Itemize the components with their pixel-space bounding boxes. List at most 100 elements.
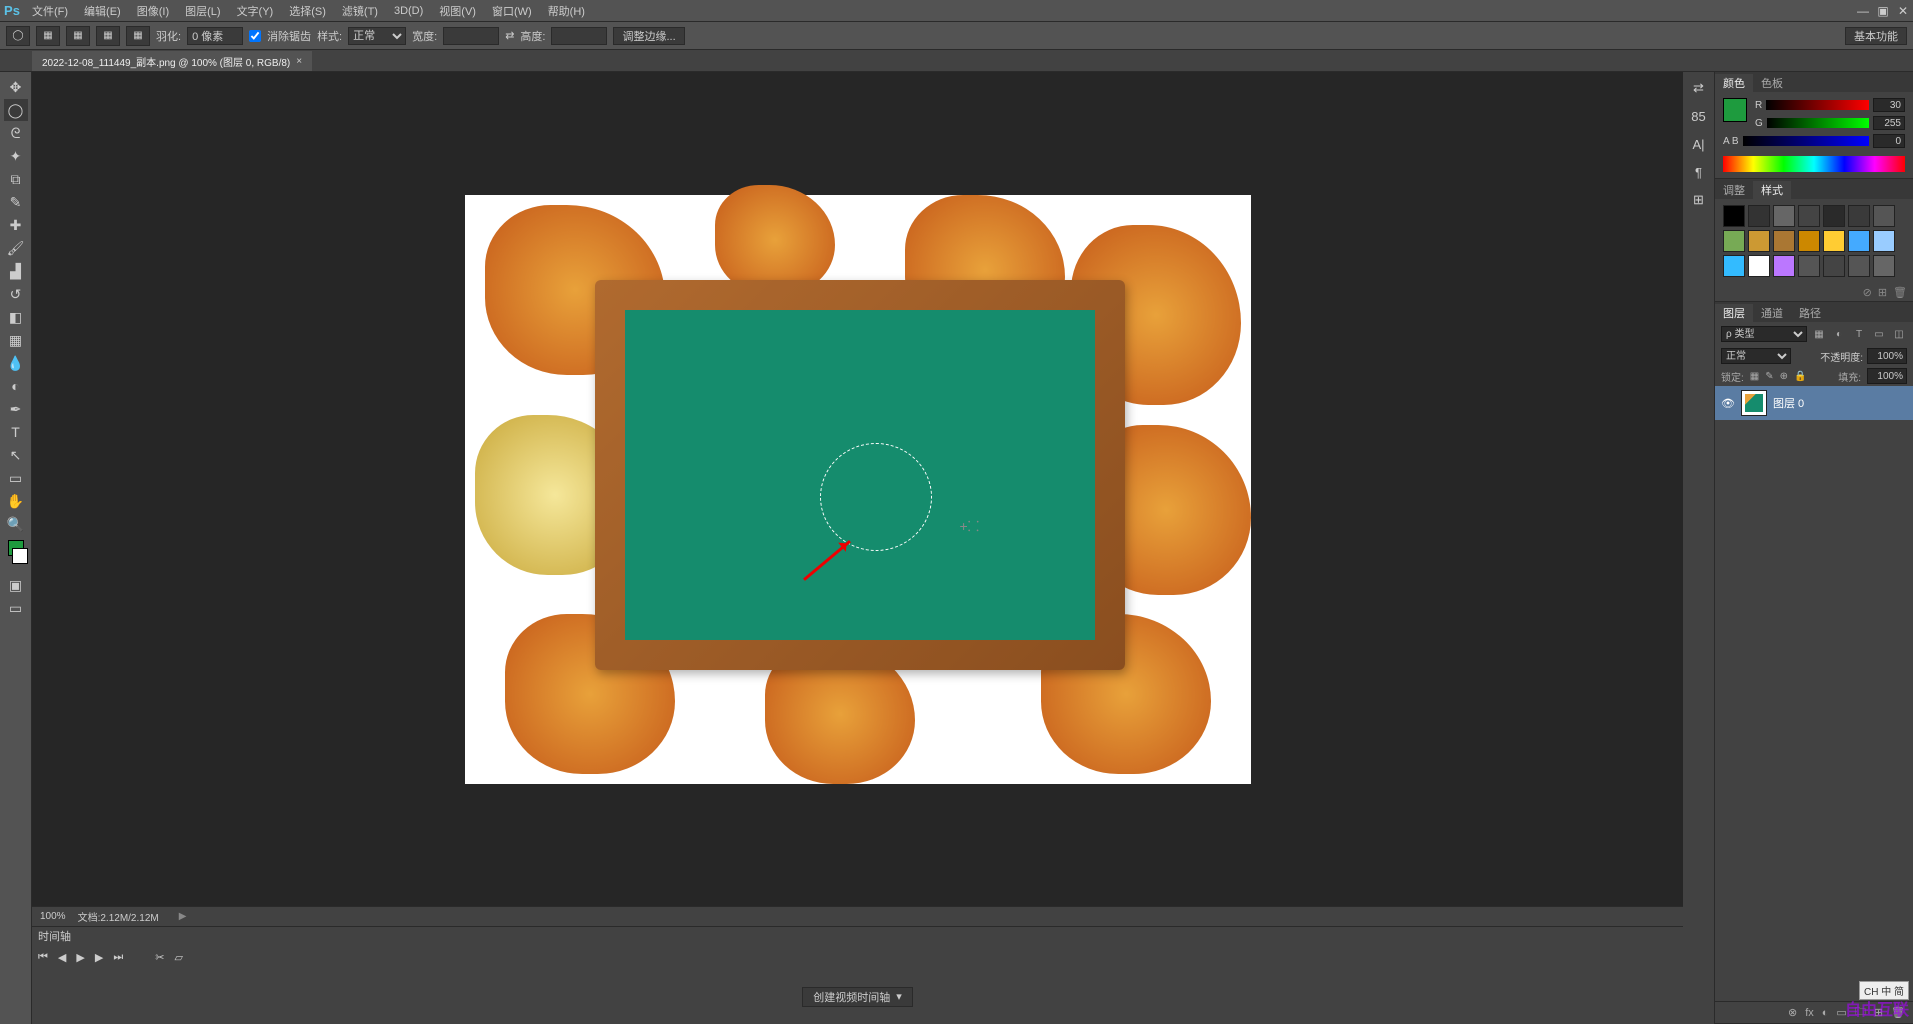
crop-tool[interactable]: ⧉ bbox=[4, 168, 28, 190]
brush-tool[interactable]: 🖌 bbox=[4, 237, 28, 259]
history-panel-icon[interactable]: ⇄ bbox=[1689, 78, 1709, 98]
layer-name[interactable]: 图层 0 bbox=[1773, 395, 1804, 411]
tab-swatches[interactable]: 色板 bbox=[1753, 74, 1791, 92]
timeline-play-icon[interactable]: ▶ bbox=[76, 951, 84, 964]
width-input[interactable] bbox=[443, 27, 499, 45]
lock-paint-icon[interactable]: ✎ bbox=[1765, 371, 1773, 382]
g-slider[interactable] bbox=[1767, 118, 1869, 128]
fill-input[interactable] bbox=[1867, 368, 1907, 384]
styles-new-icon[interactable]: ⊞ bbox=[1878, 286, 1887, 299]
menu-image[interactable]: 图像(I) bbox=[129, 0, 177, 22]
screenmode-tool[interactable]: ▭ bbox=[4, 597, 28, 619]
timeline-tab[interactable]: 时间轴 bbox=[32, 927, 1683, 945]
timeline-last-icon[interactable]: ⏭ bbox=[113, 951, 123, 964]
menu-edit[interactable]: 编辑(E) bbox=[76, 0, 129, 22]
style-swatch[interactable] bbox=[1773, 230, 1795, 252]
filter-pixel-icon[interactable]: ▦ bbox=[1811, 326, 1827, 342]
menu-select[interactable]: 选择(S) bbox=[281, 0, 334, 22]
clone-stamp-tool[interactable]: ▟ bbox=[4, 260, 28, 282]
style-swatch[interactable] bbox=[1723, 255, 1745, 277]
style-swatch[interactable] bbox=[1748, 255, 1770, 277]
path-selection-tool[interactable]: ↖ bbox=[4, 444, 28, 466]
blur-tool[interactable]: 💧 bbox=[4, 352, 28, 374]
b-input[interactable] bbox=[1873, 134, 1905, 148]
layer-mask-icon[interactable]: ◐ bbox=[1822, 1007, 1829, 1019]
paragraph-panel-icon[interactable]: ¶ bbox=[1689, 162, 1709, 182]
magic-wand-tool[interactable]: ✦ bbox=[4, 145, 28, 167]
filter-adjust-icon[interactable]: ◐ bbox=[1831, 326, 1847, 342]
layer-thumbnail[interactable] bbox=[1741, 390, 1767, 416]
style-swatch[interactable] bbox=[1873, 230, 1895, 252]
style-swatch[interactable] bbox=[1748, 205, 1770, 227]
style-swatch[interactable] bbox=[1873, 255, 1895, 277]
lock-trans-icon[interactable]: ▦ bbox=[1750, 371, 1759, 382]
link-layers-icon[interactable]: ⊗ bbox=[1788, 1006, 1797, 1019]
selection-intersect-icon[interactable]: ▦ bbox=[126, 26, 150, 46]
create-video-timeline-button[interactable]: 创建视频时间轴 ▾ bbox=[802, 987, 913, 1007]
tool-preset-icon[interactable]: ◯ bbox=[6, 26, 30, 46]
style-select[interactable]: 正常 bbox=[348, 27, 406, 45]
antialias-checkbox[interactable] bbox=[249, 30, 261, 42]
hand-tool[interactable]: ✋ bbox=[4, 490, 28, 512]
g-input[interactable] bbox=[1873, 116, 1905, 130]
zoom-level[interactable]: 100% bbox=[40, 911, 66, 922]
opacity-input[interactable] bbox=[1867, 348, 1907, 364]
style-swatch[interactable] bbox=[1823, 205, 1845, 227]
dodge-tool[interactable]: ◐ bbox=[4, 375, 28, 397]
timeline-prev-icon[interactable]: ◀ bbox=[58, 951, 66, 964]
character-panel-icon[interactable]: A| bbox=[1689, 134, 1709, 154]
timeline-transition-icon[interactable]: ▱ bbox=[174, 951, 182, 964]
filter-type-icon[interactable]: T bbox=[1851, 326, 1867, 342]
layer-row[interactable]: 👁 图层 0 bbox=[1715, 386, 1913, 420]
healing-brush-tool[interactable]: ✚ bbox=[4, 214, 28, 236]
tab-channels[interactable]: 通道 bbox=[1753, 304, 1791, 322]
layer-fx-icon[interactable]: fx bbox=[1805, 1007, 1814, 1019]
style-swatch[interactable] bbox=[1823, 230, 1845, 252]
tab-paths[interactable]: 路径 bbox=[1791, 304, 1829, 322]
tab-layers[interactable]: 图层 bbox=[1715, 304, 1753, 322]
document-tab-close-icon[interactable]: × bbox=[296, 56, 302, 67]
menu-window[interactable]: 窗口(W) bbox=[484, 0, 540, 22]
style-swatch[interactable] bbox=[1823, 255, 1845, 277]
gradient-tool[interactable]: ▦ bbox=[4, 329, 28, 351]
menu-file[interactable]: 文件(F) bbox=[24, 0, 76, 22]
lasso-tool[interactable]: ᘓ bbox=[4, 122, 28, 144]
menu-filter[interactable]: 滤镜(T) bbox=[334, 0, 386, 22]
style-swatch[interactable] bbox=[1798, 255, 1820, 277]
layer-filter-kind[interactable]: ρ 类型 bbox=[1721, 326, 1807, 342]
minimize-button[interactable]: — bbox=[1853, 1, 1873, 21]
eraser-tool[interactable]: ◧ bbox=[4, 306, 28, 328]
selection-new-icon[interactable]: ▦ bbox=[36, 26, 60, 46]
tab-styles[interactable]: 样式 bbox=[1753, 181, 1791, 199]
style-swatch[interactable] bbox=[1798, 230, 1820, 252]
filter-smart-icon[interactable]: ◫ bbox=[1891, 326, 1907, 342]
styles-delete-icon[interactable]: 🗑 bbox=[1893, 286, 1907, 299]
menu-help[interactable]: 帮助(H) bbox=[540, 0, 593, 22]
tab-adjustments[interactable]: 调整 bbox=[1715, 181, 1753, 199]
blend-mode-select[interactable]: 正常 bbox=[1721, 348, 1791, 364]
marquee-tool[interactable]: ◯ bbox=[4, 99, 28, 121]
selection-subtract-icon[interactable]: ▦ bbox=[96, 26, 120, 46]
eyedropper-tool[interactable]: ✎ bbox=[4, 191, 28, 213]
style-swatch[interactable] bbox=[1848, 230, 1870, 252]
pen-tool[interactable]: ✒ bbox=[4, 398, 28, 420]
canvas-viewport[interactable]: +⸬ bbox=[32, 72, 1683, 906]
r-input[interactable] bbox=[1873, 98, 1905, 112]
filter-shape-icon[interactable]: ▭ bbox=[1871, 326, 1887, 342]
feather-input[interactable] bbox=[187, 27, 243, 45]
lock-all-icon[interactable]: 🔒 bbox=[1794, 371, 1806, 382]
background-color-swatch[interactable] bbox=[12, 548, 28, 564]
lock-pos-icon[interactable]: ⊕ bbox=[1780, 371, 1788, 382]
color-foreground-swatch[interactable] bbox=[1723, 98, 1747, 122]
rectangle-tool[interactable]: ▭ bbox=[4, 467, 28, 489]
color-spectrum[interactable] bbox=[1723, 156, 1905, 172]
layer-visibility-icon[interactable]: 👁 bbox=[1721, 397, 1735, 410]
timeline-next-icon[interactable]: ▶ bbox=[95, 951, 103, 964]
document-tab[interactable]: 2022-12-08_111449_副本.png @ 100% (图层 0, R… bbox=[32, 51, 312, 71]
timeline-first-icon[interactable]: ⏮ bbox=[38, 951, 48, 964]
menu-view[interactable]: 视图(V) bbox=[431, 0, 484, 22]
history-brush-tool[interactable]: ↺ bbox=[4, 283, 28, 305]
height-input[interactable] bbox=[551, 27, 607, 45]
workspace-button[interactable]: 基本功能 bbox=[1845, 27, 1907, 45]
close-button[interactable]: ✕ bbox=[1893, 1, 1913, 21]
